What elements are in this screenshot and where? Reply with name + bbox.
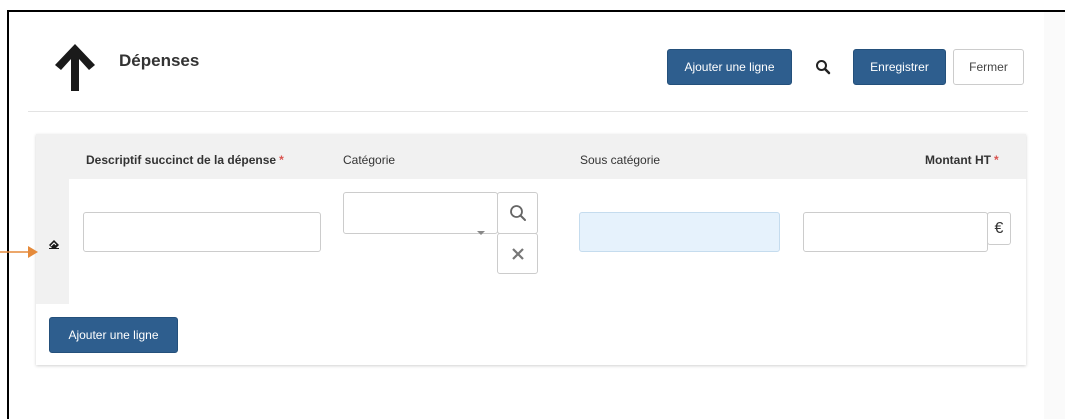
add-line-button-bottom[interactable]: Ajouter une ligne	[49, 317, 178, 353]
column-header-amount: Montant HT *	[925, 153, 999, 167]
subcategory-field[interactable]	[579, 212, 780, 252]
category-clear-button[interactable]	[497, 233, 538, 274]
column-header-description: Descriptif succinct de la dépense *	[86, 153, 284, 167]
currency-addon: €	[987, 212, 1011, 245]
currency-symbol: €	[994, 219, 1004, 237]
row-action-column	[36, 134, 69, 304]
save-button[interactable]: Enregistrer	[853, 49, 946, 85]
category-select[interactable]	[343, 192, 498, 234]
search-icon	[509, 205, 526, 221]
page-title: Dépenses	[119, 51, 200, 70]
description-input[interactable]	[83, 212, 321, 252]
pointer-arrow-icon	[0, 246, 38, 258]
add-line-button-top[interactable]: Ajouter une ligne	[667, 49, 792, 85]
search-icon[interactable]	[815, 59, 831, 75]
screenshot-frame-left	[7, 10, 9, 419]
chevron-down-icon	[477, 231, 485, 235]
clear-icon	[511, 247, 524, 260]
eraser-icon[interactable]	[48, 238, 60, 249]
close-button[interactable]: Fermer	[953, 49, 1024, 85]
scrollbar-track[interactable]	[1044, 12, 1065, 419]
screenshot-frame-top	[7, 10, 1065, 12]
column-header-subcategory: Sous catégorie	[580, 153, 661, 167]
column-header-category: Catégorie	[343, 153, 396, 167]
category-search-button[interactable]	[497, 192, 538, 234]
arrow-up-icon	[55, 44, 95, 91]
amount-input[interactable]	[803, 212, 988, 252]
